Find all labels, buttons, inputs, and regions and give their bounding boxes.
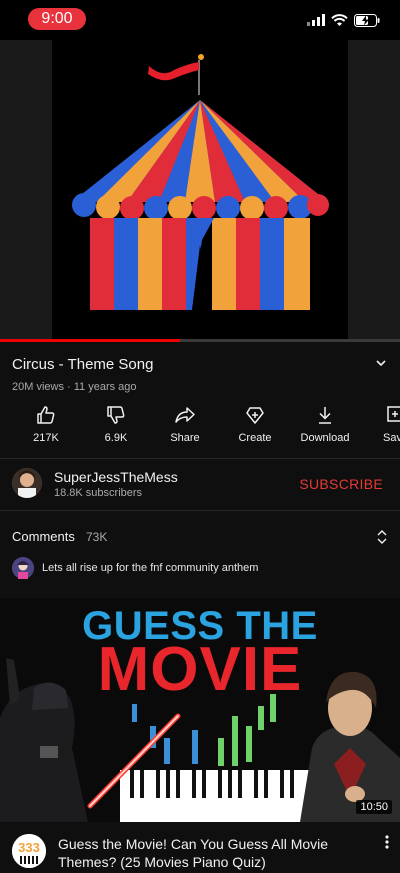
status-time: 9:00 (28, 8, 86, 30)
video-progress-bar[interactable] (0, 339, 400, 342)
comments-count: 73K (86, 530, 108, 544)
recommended-channel-avatar[interactable]: 333 (12, 834, 46, 868)
share-label: Share (170, 432, 200, 444)
like-button[interactable]: 217K (11, 404, 81, 444)
create-icon (246, 407, 264, 424)
comments-title: Comments (12, 529, 75, 544)
subscribe-button[interactable]: SUBSCRIBE (299, 476, 383, 492)
channel-avatar-image (12, 468, 42, 498)
signal-icon (307, 14, 325, 26)
recommended-video-title[interactable]: Guess the Movie! Can You Guess All Movie… (58, 835, 368, 871)
like-count: 217K (33, 432, 59, 444)
dislike-count: 6.9K (104, 432, 128, 444)
save-icon (387, 406, 400, 422)
share-button[interactable]: Share (150, 404, 220, 444)
expand-toggle-icon[interactable] (376, 529, 388, 545)
share-icon (175, 407, 195, 423)
thumbs-up-icon (37, 406, 55, 424)
divider (0, 458, 400, 459)
download-label: Download (300, 432, 350, 444)
more-options-icon[interactable] (384, 834, 390, 850)
chevron-down-icon[interactable] (374, 356, 388, 370)
recommended-video-thumbnail[interactable]: GUESS THE MOVIE 10:50 (0, 598, 400, 822)
recommended-channel-avatar-image: 333 (12, 834, 46, 868)
video-frame[interactable] (52, 40, 348, 340)
download-icon (319, 407, 331, 424)
thumbs-down-icon (107, 406, 125, 424)
video-progress-fill (0, 339, 180, 342)
comments-section[interactable]: Comments 73K Lets all rise up for the fn… (0, 520, 400, 590)
channel-name[interactable]: SuperJessTheMess (54, 469, 178, 485)
wifi-icon (331, 13, 348, 26)
commenter-avatar-image (12, 557, 34, 579)
video-title-row[interactable]: Circus - Theme Song (12, 356, 388, 373)
action-bar: 217K 6.9K Share Create Download Sav (0, 404, 400, 452)
create-label: Create (238, 432, 272, 444)
video-title: Circus - Theme Song (12, 356, 154, 373)
create-button[interactable]: Create (220, 404, 290, 444)
avatar-number-text: 333 (18, 840, 40, 855)
save-button[interactable]: Sav (359, 404, 400, 444)
top-comment-text: Lets all rise up for the fnf community a… (42, 562, 259, 574)
battery-charging-icon (354, 13, 380, 27)
status-icons (307, 12, 380, 28)
status-bar: 9:00 (0, 0, 400, 40)
save-label: Sav (383, 432, 400, 444)
channel-row[interactable]: SuperJessTheMess 18.8K subscribers SUBSC… (0, 462, 400, 508)
commenter-avatar (12, 557, 34, 579)
channel-subscribers: 18.8K subscribers (54, 487, 143, 499)
thumbnail-heading-line2: MOVIE (97, 635, 303, 704)
dislike-button[interactable]: 6.9K (81, 404, 151, 444)
video-duration-badge: 10:50 (356, 800, 392, 814)
channel-avatar[interactable] (12, 468, 42, 498)
divider (0, 510, 400, 511)
video-player[interactable] (0, 40, 400, 342)
circus-tent-image (72, 54, 329, 310)
video-meta: 20M views · 11 years ago (12, 381, 137, 393)
recommended-video-row[interactable]: 333 Guess the Movie! Can You Guess All M… (0, 828, 400, 870)
download-button[interactable]: Download (290, 404, 360, 444)
